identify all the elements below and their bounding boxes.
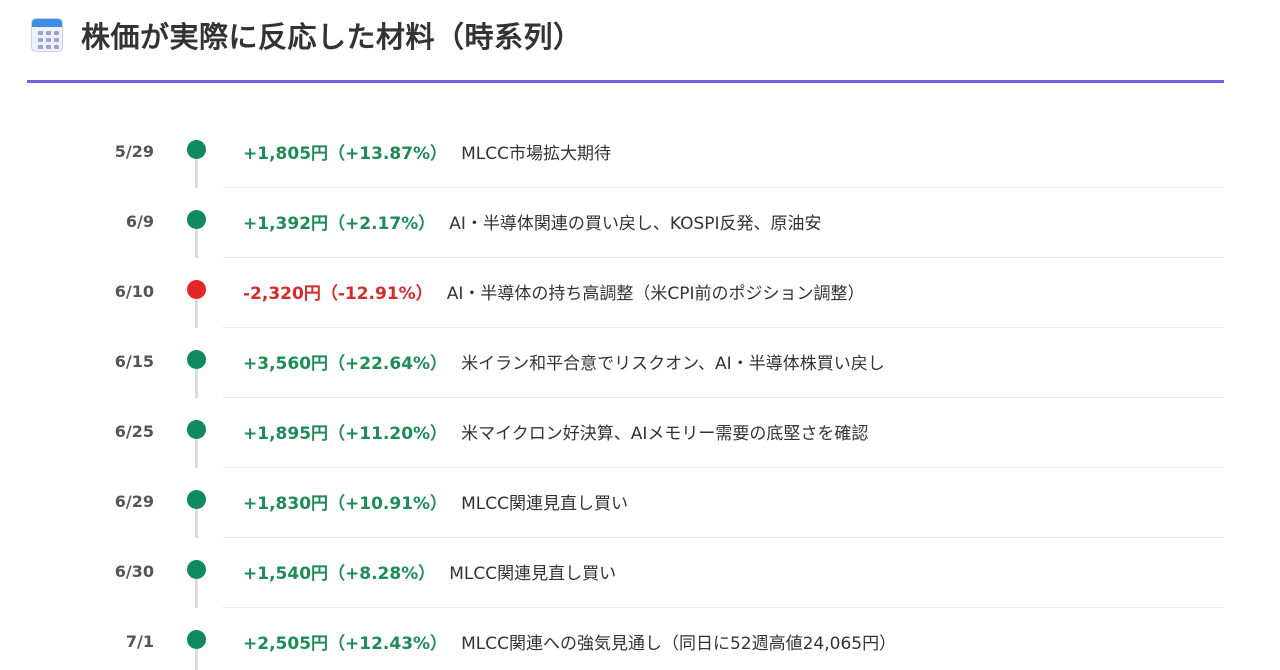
timeline-dot xyxy=(187,490,206,509)
event-date: 6/25 xyxy=(114,422,154,441)
timeline-row: 6/15 +3,560円（+22.64%） 米イラン和平合意でリスクオン、AI・半… xyxy=(0,328,1280,398)
timeline-dot xyxy=(187,350,206,369)
timeline-row: 6/29 +1,830円（+10.91%） MLCC関連見直し買い xyxy=(0,468,1280,538)
event-date: 6/15 xyxy=(114,352,154,371)
event-content: +1,392円（+2.17%） AI・半導体関連の買い戻し、KOSPI反発、原油安 xyxy=(243,209,822,234)
event-date: 6/10 xyxy=(114,282,154,301)
title-divider xyxy=(27,80,1224,83)
event-note: MLCC市場拡大期待 xyxy=(461,144,611,164)
price-change: +3,560円（+22.64%） xyxy=(243,354,448,374)
timeline-dot xyxy=(187,210,206,229)
event-note: 米マイクロン好決算、AIメモリー需要の底堅さを確認 xyxy=(461,424,869,444)
timeline-connector xyxy=(195,649,198,670)
event-content: +2,505円（+12.43%） MLCC関連への強気見通し（同日に52週高値24… xyxy=(243,629,896,654)
event-date: 6/9 xyxy=(125,212,154,231)
price-change: +1,895円（+11.20%） xyxy=(243,424,448,444)
timeline-dot xyxy=(187,630,206,649)
timeline-dot xyxy=(187,140,206,159)
price-change: -2,320円（-12.91%） xyxy=(243,284,433,304)
event-date: 6/29 xyxy=(114,492,154,511)
timeline-connector xyxy=(195,579,198,608)
event-date: 6/30 xyxy=(114,562,154,581)
event-content: +1,895円（+11.20%） 米マイクロン好決算、AIメモリー需要の底堅さを確… xyxy=(243,419,868,444)
timeline-row: 5/29 +1,805円（+13.87%） MLCC市場拡大期待 xyxy=(0,118,1280,188)
timeline-row: 6/9 +1,392円（+2.17%） AI・半導体関連の買い戻し、KOSPI反発… xyxy=(0,188,1280,258)
event-note: AI・半導体の持ち高調整（米CPI前のポジション調整） xyxy=(446,284,865,304)
timeline-dot xyxy=(187,280,206,299)
event-timeline: 5/29 +1,805円（+13.87%） MLCC市場拡大期待 6/9 +1,3… xyxy=(0,118,1280,670)
event-content: -2,320円（-12.91%） AI・半導体の持ち高調整（米CPI前のポジション… xyxy=(243,279,864,304)
event-content: +1,805円（+13.87%） MLCC市場拡大期待 xyxy=(243,139,611,164)
timeline-row: 7/1 +2,505円（+12.43%） MLCC関連への強気見通し（同日に52週… xyxy=(0,608,1280,670)
section-title: 株価が実際に反応した材料（時系列） xyxy=(81,20,583,54)
timeline-connector xyxy=(195,299,198,328)
timeline-connector xyxy=(195,439,198,468)
event-date: 5/29 xyxy=(114,142,154,161)
event-content: +1,830円（+10.91%） MLCC関連見直し買い xyxy=(243,489,628,514)
event-note: MLCC関連見直し買い xyxy=(461,494,628,514)
event-note: 米イラン和平合意でリスクオン、AI・半導体株買い戻し xyxy=(461,354,885,374)
timeline-connector xyxy=(195,369,198,398)
price-change: +1,540円（+8.28%） xyxy=(243,564,436,584)
timeline-connector xyxy=(195,159,198,188)
section-header: 株価が実際に反応した材料（時系列） xyxy=(31,14,583,56)
timeline-row: 6/25 +1,895円（+11.20%） 米マイクロン好決算、AIメモリー需要の… xyxy=(0,398,1280,468)
event-note: MLCC関連見直し買い xyxy=(449,564,617,584)
event-content: +1,540円（+8.28%） MLCC関連見直し買い xyxy=(243,559,616,584)
price-change: +1,392円（+2.17%） xyxy=(243,214,436,234)
timeline-dot xyxy=(187,560,206,579)
timeline-row: 6/30 +1,540円（+8.28%） MLCC関連見直し買い xyxy=(0,538,1280,608)
event-note: AI・半導体関連の買い戻し、KOSPI反発、原油安 xyxy=(449,214,822,234)
timeline-connector xyxy=(195,509,198,538)
price-change: +2,505円（+12.43%） xyxy=(243,634,448,654)
event-date: 7/1 xyxy=(125,632,154,651)
price-change: +1,805円（+13.87%） xyxy=(243,144,448,164)
timeline-row: 6/10 -2,320円（-12.91%） AI・半導体の持ち高調整（米CPI前の… xyxy=(0,258,1280,328)
calendar-icon xyxy=(31,18,63,52)
timeline-dot xyxy=(187,420,206,439)
timeline-connector xyxy=(195,229,198,258)
timeline-page: 株価が実際に反応した材料（時系列） 5/29 +1,805円（+13.87%） M… xyxy=(0,0,1280,670)
event-note: MLCC関連への強気見通し（同日に52週高値24,065円） xyxy=(461,634,897,654)
price-change: +1,830円（+10.91%） xyxy=(243,494,448,514)
event-content: +3,560円（+22.64%） 米イラン和平合意でリスクオン、AI・半導体株買い… xyxy=(243,349,885,374)
